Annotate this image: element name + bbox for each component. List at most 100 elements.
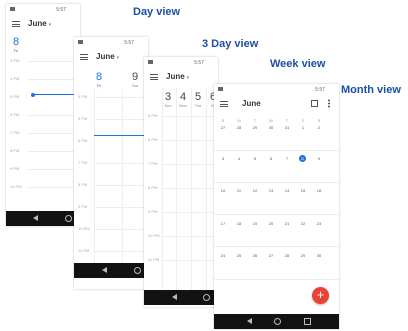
day-cell[interactable]: 28 — [232, 125, 246, 130]
navigation-bar — [144, 290, 218, 305]
hour-gridline — [94, 229, 148, 230]
notification-icon — [10, 7, 15, 11]
day-weekday: Fri — [96, 83, 102, 88]
status-bar: 5:57 — [6, 4, 80, 16]
day-number: 4 — [179, 91, 187, 103]
day-cell[interactable]: 22 — [296, 221, 310, 226]
menu-icon[interactable] — [220, 101, 228, 107]
day-weekday: Mon — [179, 103, 187, 108]
day-cell[interactable]: 9 — [312, 156, 326, 161]
calendar-today-icon[interactable] — [311, 100, 318, 107]
month-title: June — [28, 19, 47, 28]
day-cell[interactable]: 2 — [312, 125, 326, 130]
week-row-divider — [214, 279, 339, 280]
day-header[interactable]: 3 Sun — [162, 91, 174, 108]
more-options-icon[interactable] — [328, 99, 330, 108]
home-icon[interactable] — [274, 318, 281, 325]
day-cell[interactable]: 18 — [232, 221, 246, 226]
home-icon[interactable] — [134, 267, 141, 274]
day-cell[interactable]: 25 — [232, 253, 246, 258]
day-cell[interactable]: 30 — [312, 253, 326, 258]
time-label: 10 PM — [148, 233, 160, 238]
weekday-label: S — [317, 118, 321, 123]
day-cell[interactable]: 23 — [312, 221, 326, 226]
day-header[interactable]: 5 Tue — [192, 91, 204, 108]
home-icon[interactable] — [203, 294, 210, 301]
today-day-cell[interactable]: 8 — [299, 155, 306, 162]
day-cell[interactable]: 29 — [296, 253, 310, 258]
navigation-bar — [74, 263, 148, 278]
hour-gridline — [94, 207, 148, 208]
three-day-view-screen: 5:57 June ▾ 8 Fri 9 Sat 4 PM 5 PM 6 PM 7 … — [74, 37, 148, 289]
day-cell[interactable]: 16 — [312, 188, 326, 193]
home-icon[interactable] — [65, 215, 72, 222]
time-label: 8 PM — [148, 185, 158, 190]
day-cell[interactable]: 7 — [280, 156, 294, 161]
app-bar: June ▾ — [144, 69, 218, 85]
month-view-screen: 5:57 June S M T W T F S 27 28 29 30 31 1… — [214, 84, 339, 329]
day-cell[interactable]: 19 — [248, 221, 262, 226]
add-event-button[interactable]: + — [312, 287, 329, 304]
day-number: 8 — [12, 36, 20, 48]
recents-icon[interactable] — [304, 318, 311, 325]
navigation-bar — [214, 314, 339, 329]
back-icon[interactable] — [172, 294, 177, 300]
day-header[interactable]: 8 Fri — [10, 36, 22, 53]
day-column-divider — [94, 89, 95, 273]
hour-gridline — [28, 187, 80, 188]
day-cell[interactable]: 29 — [248, 125, 262, 130]
day-cell[interactable]: 12 — [248, 188, 262, 193]
day-cell[interactable]: 27 — [264, 253, 278, 258]
time-label: 4 PM — [10, 76, 20, 81]
menu-icon[interactable] — [80, 54, 88, 60]
day-cell[interactable]: 6 — [264, 156, 278, 161]
day-view-screen: 5:57 June ▾ 8 Fri 3 PM 4 PM 5 PM 6 PM 7 P… — [6, 4, 80, 226]
day-cell[interactable]: 24 — [216, 253, 230, 258]
back-icon[interactable] — [247, 318, 252, 324]
day-weekday: Sun — [164, 103, 172, 108]
hour-gridline — [162, 140, 218, 141]
day-number: 8 — [95, 71, 103, 83]
day-cell[interactable]: 3 — [216, 156, 230, 161]
month-title[interactable]: June — [242, 99, 261, 108]
day-cell[interactable]: 20 — [264, 221, 278, 226]
day-cell[interactable]: 21 — [280, 221, 294, 226]
day-cell[interactable]: 27 — [216, 125, 230, 130]
menu-icon[interactable] — [12, 21, 20, 27]
day-header[interactable]: 4 Mon — [177, 91, 189, 108]
day-cell[interactable]: 26 — [248, 253, 262, 258]
month-selector[interactable]: June ▾ — [166, 72, 189, 81]
day-cell[interactable]: 31 — [280, 125, 294, 130]
hour-gridline — [162, 212, 218, 213]
day-cell[interactable]: 13 — [264, 188, 278, 193]
app-bar: June — [214, 96, 339, 112]
day-cell[interactable]: 28 — [280, 253, 294, 258]
day-cell[interactable]: 10 — [216, 188, 230, 193]
month-selector[interactable]: June ▾ — [28, 19, 51, 28]
hour-gridline — [94, 97, 148, 98]
status-bar: 5:57 — [144, 57, 218, 69]
hour-gridline — [94, 119, 148, 120]
day-header[interactable]: 8 Fri — [92, 71, 106, 88]
time-label: 10 PM — [78, 226, 90, 231]
day-cell[interactable]: 30 — [264, 125, 278, 130]
day-cell[interactable]: 15 — [296, 188, 310, 193]
day-cell[interactable]: 1 — [296, 125, 310, 130]
app-bar: June ▾ — [6, 16, 80, 32]
time-label: 9 PM — [148, 209, 158, 214]
calendar-views-illustration: { "labels": { "day_view": "Day view", "t… — [0, 0, 408, 331]
back-icon[interactable] — [102, 267, 107, 273]
menu-icon[interactable] — [150, 74, 158, 80]
day-cell[interactable]: 14 — [280, 188, 294, 193]
back-icon[interactable] — [33, 215, 38, 221]
day-weekday: Tue — [194, 103, 202, 108]
day-header[interactable]: 9 Sat — [128, 71, 142, 88]
time-label: 8 PM — [78, 182, 88, 187]
day-cell[interactable]: 11 — [232, 188, 246, 193]
weekday-label: M — [237, 118, 241, 123]
day-cell[interactable]: 4 — [232, 156, 246, 161]
month-selector[interactable]: June ▾ — [96, 52, 119, 61]
day-cell[interactable]: 17 — [216, 221, 230, 226]
day-cell[interactable]: 5 — [248, 156, 262, 161]
month-view-label: Month view — [341, 84, 401, 96]
